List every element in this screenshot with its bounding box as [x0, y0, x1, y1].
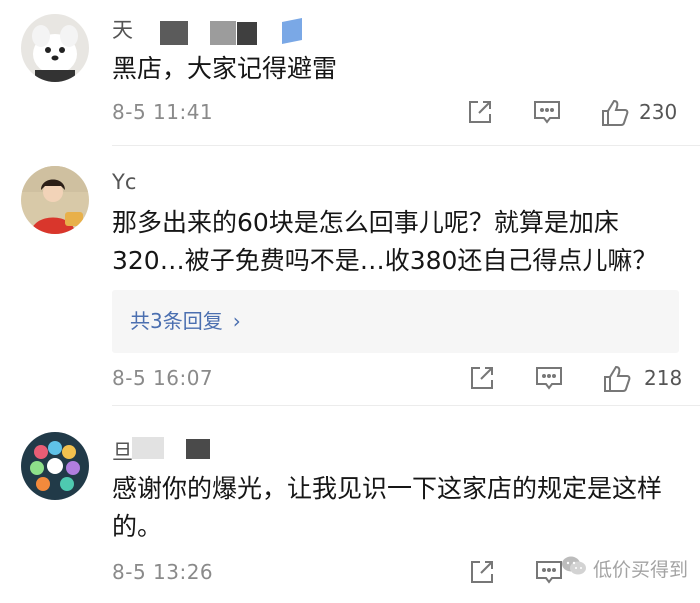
verified-badge-icon	[280, 18, 304, 46]
replies-link-label: 共3条回复	[130, 309, 223, 333]
wechat-icon	[561, 555, 587, 582]
username[interactable]: 旦	[112, 436, 133, 466]
share-icon[interactable]	[468, 364, 496, 392]
comment-time: 8-5 13:26	[112, 560, 214, 584]
comment-text: 黑店，大家记得避雷	[112, 54, 338, 83]
replies-link[interactable]: 共3条回复 ›	[112, 290, 679, 353]
comment-meta: 8-5 11:41 230	[112, 98, 682, 132]
redaction-block	[237, 22, 257, 45]
comment-time: 8-5 16:07	[112, 366, 214, 390]
redaction-block	[210, 21, 236, 45]
username[interactable]: 天	[112, 14, 133, 44]
comment-item: 天 黑店，大家记得避雷 8-5 11:41 230	[0, 0, 700, 146]
share-icon[interactable]	[466, 98, 494, 126]
thumbs-up-icon[interactable]	[600, 98, 630, 128]
share-icon[interactable]	[468, 558, 496, 586]
comment-icon[interactable]	[534, 558, 564, 586]
comment-icon[interactable]	[532, 98, 562, 126]
avatar[interactable]	[21, 14, 89, 82]
comment-text: 那多出来的60块是怎么回事儿呢？就算是加床320…被子免费吗不是…收380还自己…	[112, 208, 658, 275]
watermark: 低价买得到	[561, 555, 688, 582]
comment-text: 感谢你的爆光，让我见识一下这家店的规定是这样的。	[112, 474, 663, 541]
chevron-right-icon: ›	[232, 309, 241, 333]
redaction-block	[186, 439, 210, 459]
avatar[interactable]	[21, 166, 89, 234]
comment-meta: 8-5 16:07 218	[112, 364, 682, 398]
comment-icon[interactable]	[534, 364, 564, 392]
redaction-block	[160, 21, 188, 45]
like-count: 230	[639, 100, 678, 124]
watermark-text: 低价买得到	[592, 559, 688, 581]
like-count: 218	[644, 366, 683, 390]
comment-item: Yc 那多出来的60块是怎么回事儿呢？就算是加床320…被子免费吗不是…收380…	[0, 146, 700, 406]
comment-time: 8-5 11:41	[112, 100, 214, 124]
redaction-block	[132, 437, 164, 459]
thumbs-up-icon[interactable]	[602, 364, 632, 394]
username[interactable]: Yc	[112, 170, 136, 194]
avatar[interactable]	[21, 432, 89, 500]
comment-list: 天 黑店，大家记得避雷 8-5 11:41 230 Yc 那多出来的60块是怎么…	[0, 0, 700, 603]
